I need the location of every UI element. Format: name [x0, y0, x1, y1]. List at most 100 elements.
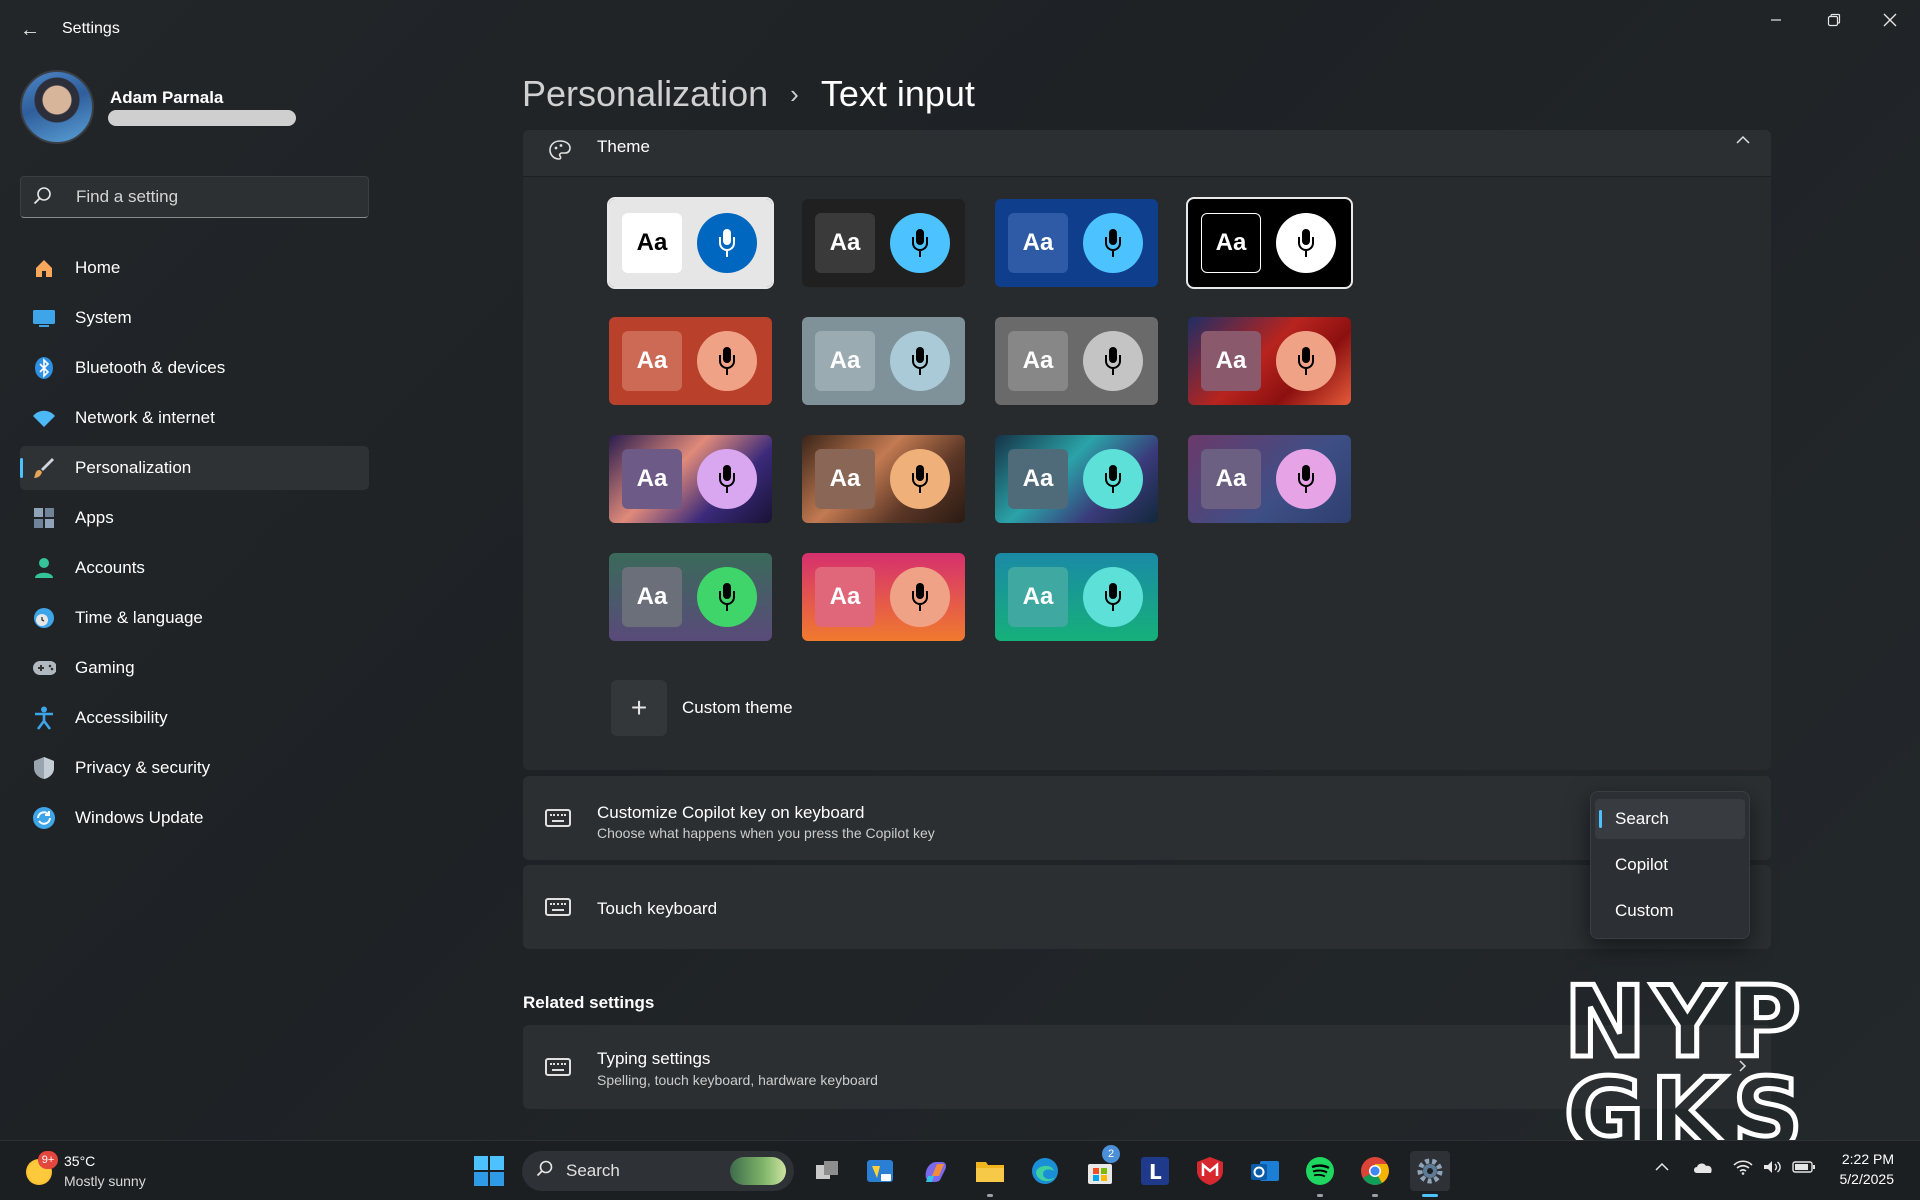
- store-badge: 2: [1102, 1145, 1120, 1163]
- page-title: Text input: [820, 73, 975, 114]
- task-view-icon: [816, 1161, 838, 1179]
- chevron-up-icon[interactable]: [1735, 132, 1751, 153]
- system-icon: [32, 306, 56, 330]
- battery-icon[interactable]: [1792, 1159, 1816, 1180]
- accessibility-icon: [32, 706, 56, 730]
- sidebar-item-label: Network & internet: [75, 408, 215, 427]
- theme-tile-13[interactable]: Aa: [609, 553, 772, 641]
- clock-globe-icon: [32, 606, 56, 630]
- taskbar-app-edge[interactable]: [1025, 1151, 1065, 1191]
- minimize-button[interactable]: [1748, 0, 1804, 40]
- theme-tile-4[interactable]: Aa: [1186, 197, 1353, 289]
- search-icon: [536, 1160, 554, 1183]
- theme-tile-6[interactable]: Aa: [802, 317, 965, 405]
- close-button[interactable]: [1862, 0, 1918, 40]
- theme-tile-14[interactable]: Aa: [802, 553, 965, 641]
- sidebar-item-accounts[interactable]: Accounts: [20, 546, 369, 590]
- taskbar-app-mcafee[interactable]: [1190, 1151, 1230, 1191]
- l-app-icon: L: [1141, 1157, 1169, 1185]
- user-profile[interactable]: Adam Parnala: [20, 70, 380, 145]
- sidebar-item-personalization[interactable]: Personalization: [20, 446, 369, 490]
- theme-tile-9[interactable]: Aa: [609, 435, 772, 523]
- avatar: [20, 70, 94, 144]
- taskbar-search[interactable]: Search: [522, 1151, 794, 1191]
- theme-header[interactable]: Theme: [523, 130, 1771, 177]
- sidebar-item-apps[interactable]: Apps: [20, 496, 369, 540]
- sidebar-item-system[interactable]: System: [20, 296, 369, 340]
- theme-preview-text: Aa: [1008, 331, 1068, 391]
- related-settings-heading: Related settings: [523, 993, 655, 1012]
- task-view-button[interactable]: [808, 1151, 848, 1191]
- sidebar-item-label: Home: [75, 258, 121, 277]
- microphone-icon: [697, 567, 757, 627]
- start-button[interactable]: [469, 1151, 509, 1191]
- profile-name: Adam Parnala: [110, 88, 224, 107]
- taskbar-app-file-explorer[interactable]: [970, 1151, 1010, 1197]
- touch-keyboard-title: Touch keyboard: [597, 899, 718, 918]
- taskbar-app-settings[interactable]: [1410, 1151, 1450, 1197]
- wifi-icon[interactable]: [1733, 1159, 1753, 1180]
- clock-time: 2:22 PM: [1841, 1151, 1894, 1167]
- taskbar-app-spotify[interactable]: [1300, 1151, 1340, 1197]
- microphone-icon: [1276, 213, 1336, 273]
- breadcrumb-parent[interactable]: Personalization: [522, 73, 768, 115]
- microphone-icon: [890, 331, 950, 391]
- microphone-icon: [890, 213, 950, 273]
- taskbar-clock[interactable]: 2:22 PM 5/2/2025: [1840, 1149, 1895, 1189]
- theme-preview-text: Aa: [815, 449, 875, 509]
- theme-tile-7[interactable]: Aa: [995, 317, 1158, 405]
- theme-tile-3[interactable]: Aa: [995, 199, 1158, 287]
- home-icon: [32, 256, 56, 280]
- weather-widget[interactable]: 9+ 35°C Mostly sunny: [22, 1149, 172, 1193]
- sidebar-item-label: Time & language: [75, 608, 203, 627]
- breadcrumb-chevron-icon: ›: [790, 78, 799, 109]
- touch-keyboard-row[interactable]: Touch keyboard: [523, 865, 1771, 949]
- profile-email-redacted: [108, 110, 296, 126]
- theme-tile-5[interactable]: Aa: [609, 317, 772, 405]
- dropdown-option-search[interactable]: Search: [1595, 799, 1745, 839]
- spotify-icon: [1306, 1157, 1334, 1185]
- sidebar-item-network-internet[interactable]: Network & internet: [20, 396, 369, 440]
- taskbar-app-copilot[interactable]: [915, 1151, 955, 1191]
- taskbar-app-l[interactable]: L: [1135, 1151, 1175, 1191]
- sidebar-item-bluetooth-devices[interactable]: Bluetooth & devices: [20, 346, 369, 390]
- volume-icon[interactable]: [1762, 1159, 1782, 1180]
- sidebar-item-label: Apps: [75, 508, 114, 527]
- theme-tile-10[interactable]: Aa: [802, 435, 965, 523]
- search-highlight-image: [730, 1157, 786, 1185]
- theme-tile-12[interactable]: Aa: [1188, 435, 1351, 523]
- dropdown-option-copilot[interactable]: Copilot: [1595, 845, 1745, 885]
- theme-tile-2[interactable]: Aa: [802, 199, 965, 287]
- taskbar-app-chrome[interactable]: [1355, 1151, 1395, 1197]
- copilot-key-row[interactable]: Customize Copilot key on keyboard Choose…: [523, 776, 1771, 860]
- sidebar-item-accessibility[interactable]: Accessibility: [20, 696, 369, 740]
- search-input[interactable]: [76, 177, 356, 217]
- taskbar-app-paint[interactable]: [860, 1151, 900, 1191]
- find-setting-search[interactable]: [20, 176, 369, 218]
- onedrive-icon[interactable]: [1692, 1159, 1714, 1180]
- sidebar-item-privacy-security[interactable]: Privacy & security: [20, 746, 369, 790]
- taskbar-app-outlook[interactable]: [1245, 1151, 1285, 1191]
- wifi-icon: [32, 406, 56, 430]
- theme-tile-15[interactable]: Aa: [995, 553, 1158, 641]
- restore-button[interactable]: [1806, 0, 1862, 40]
- back-button[interactable]: ←: [14, 16, 46, 44]
- sidebar-item-time-language[interactable]: Time & language: [20, 596, 369, 640]
- chrome-icon: [1361, 1157, 1389, 1185]
- taskbar-app-store[interactable]: 2: [1080, 1145, 1120, 1191]
- sidebar-item-windows-update[interactable]: Windows Update: [20, 796, 369, 840]
- breadcrumb: Personalization › Text input: [522, 70, 975, 118]
- dropdown-option-custom[interactable]: Custom: [1595, 891, 1745, 931]
- sidebar-item-gaming[interactable]: Gaming: [20, 646, 369, 690]
- theme-tile-1[interactable]: Aa: [607, 197, 774, 289]
- theme-tile-8[interactable]: Aa: [1188, 317, 1351, 405]
- keyboard-icon: [545, 898, 573, 918]
- theme-preview-text: Aa: [815, 567, 875, 627]
- custom-theme-button[interactable]: + Custom theme: [611, 680, 793, 736]
- theme-preview-text: Aa: [622, 213, 682, 273]
- theme-preview-text: Aa: [815, 331, 875, 391]
- microphone-icon: [1083, 567, 1143, 627]
- sidebar-item-home[interactable]: Home: [20, 246, 369, 290]
- theme-tile-11[interactable]: Aa: [995, 435, 1158, 523]
- show-hidden-icons-chevron-icon[interactable]: [1654, 1159, 1670, 1180]
